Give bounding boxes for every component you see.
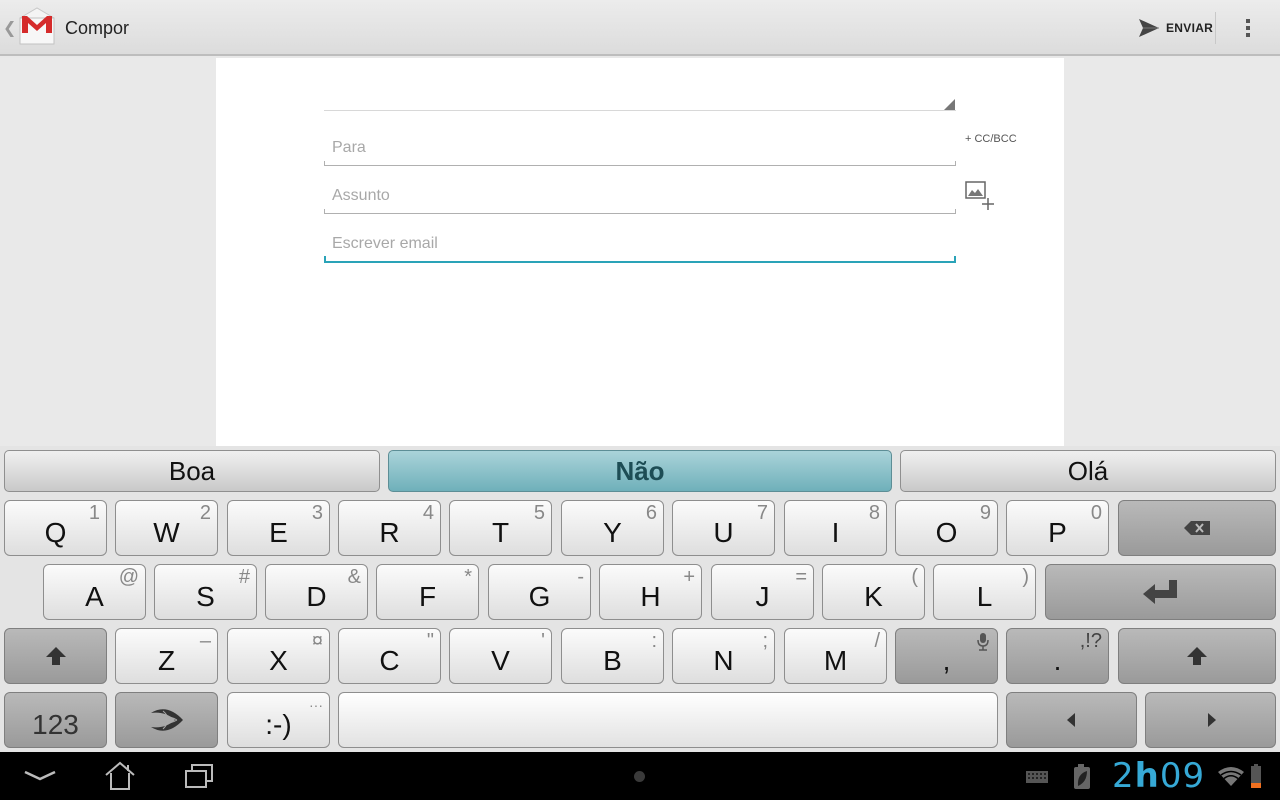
key-w[interactable]: W2 <box>115 500 218 556</box>
recent-apps-icon[interactable] <box>170 758 230 794</box>
send-button[interactable]: ENVIAR <box>1130 0 1214 56</box>
gmail-icon[interactable] <box>16 6 58 48</box>
backspace-key[interactable] <box>1118 500 1276 556</box>
space-bar[interactable] <box>338 692 998 748</box>
attach-picture-icon[interactable] <box>964 178 1000 214</box>
to-field-container <box>324 120 956 166</box>
overflow-menu-icon[interactable] <box>1228 0 1268 56</box>
key-h[interactable]: H + <box>599 564 702 620</box>
key-x[interactable]: X ¤ <box>227 628 330 684</box>
subject-field[interactable] <box>332 187 932 205</box>
action-bar: ❮ Compor ENVIAR <box>0 0 1280 56</box>
subject-field-container <box>324 168 956 214</box>
action-bar-divider <box>1215 12 1216 44</box>
system-nav-bar: 2h09 <box>0 752 1280 800</box>
shift-icon <box>1187 647 1207 665</box>
backspace-icon <box>1184 521 1210 535</box>
key-u[interactable]: U7 <box>672 500 775 556</box>
key-k[interactable]: K( <box>822 564 925 620</box>
suggestion-3[interactable]: Olá <box>900 450 1276 492</box>
key-d[interactable]: D & <box>265 564 368 620</box>
microphone-icon <box>977 633 989 651</box>
wifi-icon[interactable] <box>1218 766 1244 791</box>
key-y[interactable]: Y6 <box>561 500 664 556</box>
cc-bcc-button[interactable]: + CC/BCC <box>965 133 1017 145</box>
key-r[interactable]: R4 <box>338 500 441 556</box>
body-field[interactable] <box>332 235 932 253</box>
screen-title: Compor <box>65 18 130 38</box>
send-icon <box>1139 19 1159 37</box>
key-m[interactable]: M / <box>784 628 887 684</box>
key-z[interactable]: Z – <box>115 628 218 684</box>
key-b[interactable]: B: <box>561 628 664 684</box>
key-l[interactable]: L) <box>933 564 1036 620</box>
key-t[interactable]: T5 <box>449 500 552 556</box>
compose-area: + CC/BCC <box>0 58 1280 446</box>
key-q[interactable]: Q1 <box>4 500 107 556</box>
key-a[interactable]: A @ <box>43 564 146 620</box>
key-s[interactable]: S # <box>154 564 257 620</box>
key-g[interactable]: G- <box>488 564 591 620</box>
cursor-right-key[interactable] <box>1145 692 1276 748</box>
shift-key-left[interactable] <box>4 628 107 684</box>
keyboard: Boa Não Olá Q1 W2 E3 R4 T5 Y6 U7 I8 O9 P… <box>0 446 1280 752</box>
swiftkey-key[interactable] <box>115 692 218 748</box>
shift-icon <box>45 647 66 665</box>
clock[interactable]: 2h09 <box>1112 756 1205 796</box>
body-field-container <box>324 216 956 263</box>
up-caret-icon[interactable]: ❮ <box>3 18 16 38</box>
key-comma[interactable]: , <box>895 628 998 684</box>
suggestion-1[interactable]: Boa <box>4 450 380 492</box>
shift-key-right[interactable] <box>1118 628 1276 684</box>
key-v[interactable]: V ' <box>449 628 552 684</box>
spinner-corner-icon <box>944 99 955 110</box>
swiftkey-logo-icon <box>150 709 183 731</box>
battery-low-icon[interactable] <box>1250 764 1262 793</box>
home-icon[interactable] <box>90 758 150 794</box>
enter-key[interactable] <box>1045 564 1276 620</box>
from-account-spinner[interactable] <box>324 110 956 111</box>
cursor-left-key[interactable] <box>1006 692 1137 748</box>
emoticon-key[interactable]: :-) ··· <box>227 692 330 748</box>
cursor-right-icon <box>1207 713 1216 727</box>
enter-icon <box>1142 580 1177 604</box>
key-period[interactable]: .,!? <box>1006 628 1109 684</box>
key-e[interactable]: E3 <box>227 500 330 556</box>
numbers-key[interactable]: 123 <box>4 692 107 748</box>
back-icon[interactable] <box>10 758 70 794</box>
key-j[interactable]: J = <box>711 564 814 620</box>
key-f[interactable]: F * <box>376 564 479 620</box>
key-i[interactable]: I8 <box>784 500 887 556</box>
battery-saver-icon[interactable] <box>1072 764 1092 795</box>
to-field[interactable] <box>332 139 932 157</box>
keyboard-icon[interactable] <box>1026 770 1048 788</box>
key-c[interactable]: C " <box>338 628 441 684</box>
suggestion-2[interactable]: Não <box>388 450 892 492</box>
cursor-left-icon <box>1066 713 1075 727</box>
nav-indicator-dot <box>634 771 645 782</box>
key-n[interactable]: N; <box>672 628 775 684</box>
key-o[interactable]: O9 <box>895 500 998 556</box>
key-p[interactable]: P0 <box>1006 500 1109 556</box>
send-label: ENVIAR <box>1166 21 1214 35</box>
compose-sheet: + CC/BCC <box>216 58 1064 446</box>
